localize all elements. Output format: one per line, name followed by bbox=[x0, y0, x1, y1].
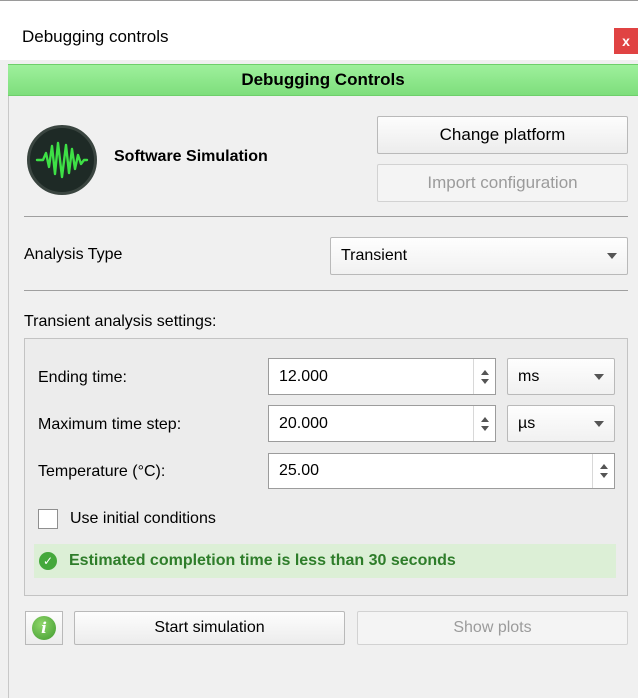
analysis-type-value: Transient bbox=[341, 247, 408, 264]
window-title: Debugging controls bbox=[22, 27, 169, 46]
ending-time-value: 12.000 bbox=[279, 367, 328, 385]
separator bbox=[24, 290, 628, 291]
show-plots-button[interactable]: Show plots bbox=[357, 611, 628, 645]
arrow-up-icon bbox=[480, 369, 489, 375]
arrow-down-icon bbox=[480, 425, 489, 431]
separator bbox=[24, 216, 628, 217]
info-icon: i bbox=[32, 616, 56, 640]
chevron-down-icon bbox=[594, 420, 604, 427]
chevron-down-icon bbox=[607, 253, 617, 259]
platform-name: Software Simulation bbox=[114, 148, 268, 165]
arrow-down-icon bbox=[599, 473, 608, 478]
arrow-down-icon bbox=[480, 378, 489, 384]
temperature-value: 25.00 bbox=[279, 462, 320, 479]
panel-header-title: Debugging Controls bbox=[241, 70, 405, 89]
ending-time-label: Ending time: bbox=[38, 369, 127, 386]
arrow-up-icon bbox=[599, 464, 608, 469]
completion-status: ✓ Estimated completion time is less than… bbox=[34, 544, 616, 578]
ending-time-unit-select[interactable]: ms bbox=[507, 358, 615, 395]
arrow-up-icon bbox=[480, 416, 489, 422]
change-platform-button[interactable]: Change platform bbox=[377, 116, 628, 154]
start-simulation-button[interactable]: Start simulation bbox=[74, 611, 345, 645]
max-time-step-stepper[interactable] bbox=[473, 406, 495, 441]
analysis-type-select[interactable]: Transient bbox=[330, 237, 628, 275]
max-time-step-value: 20.000 bbox=[279, 414, 328, 432]
ending-time-stepper[interactable] bbox=[473, 359, 495, 394]
transient-settings-heading: Transient analysis settings: bbox=[24, 313, 217, 330]
initial-conditions-checkbox[interactable] bbox=[38, 509, 58, 529]
info-button[interactable]: i bbox=[25, 611, 63, 645]
check-circle-icon: ✓ bbox=[39, 552, 57, 570]
analysis-type-label: Analysis Type bbox=[24, 246, 123, 263]
max-time-step-input[interactable]: 20.000 bbox=[268, 405, 496, 442]
max-time-step-label: Maximum time step: bbox=[38, 416, 182, 433]
max-time-step-unit-value: µs bbox=[518, 414, 536, 432]
temperature-input[interactable]: 25.00 bbox=[268, 453, 615, 489]
title-bar: Debugging controls x bbox=[0, 0, 638, 60]
temperature-stepper[interactable] bbox=[592, 454, 614, 488]
initial-conditions-label: Use initial conditions bbox=[70, 510, 216, 527]
import-configuration-button[interactable]: Import configuration bbox=[377, 164, 628, 202]
max-time-step-unit-select[interactable]: µs bbox=[507, 405, 615, 442]
waveform-icon bbox=[27, 125, 97, 195]
panel-header: Debugging Controls bbox=[8, 64, 638, 96]
temperature-label: Temperature (°C): bbox=[38, 463, 166, 480]
completion-status-text: Estimated completion time is less than 3… bbox=[69, 552, 456, 569]
close-button[interactable]: x bbox=[614, 28, 638, 54]
ending-time-input[interactable]: 12.000 bbox=[268, 358, 496, 395]
chevron-down-icon bbox=[594, 373, 604, 380]
ending-time-unit-value: ms bbox=[518, 367, 540, 385]
